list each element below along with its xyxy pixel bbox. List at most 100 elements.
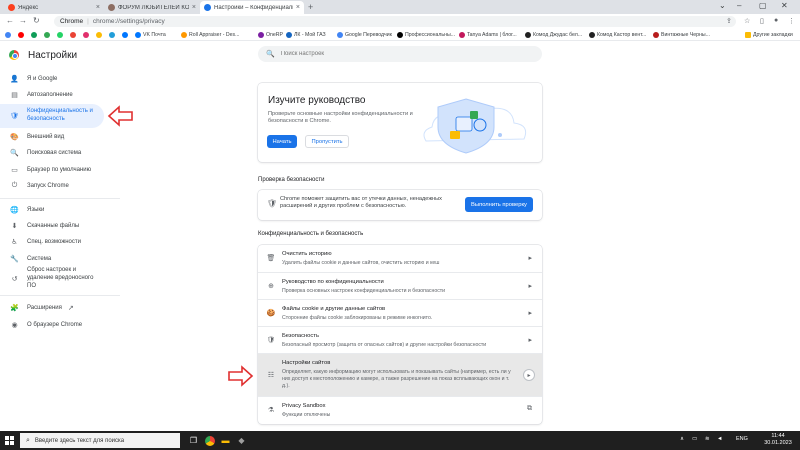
bookmark-telegram[interactable] xyxy=(109,31,117,39)
bookmark-label: ЛК - Мой ГАЗ xyxy=(294,32,326,38)
maximize-button[interactable]: ▢ xyxy=(759,1,767,10)
wifi-icon[interactable]: ≋ xyxy=(705,436,710,442)
bookmark-other[interactable]: Другие закладки xyxy=(745,31,793,39)
taskbar-chrome-icon[interactable] xyxy=(203,434,216,447)
task-view-icon[interactable]: ❐ xyxy=(187,434,200,447)
bookmark-whatsapp[interactable] xyxy=(57,31,65,39)
bookmark-vk[interactable] xyxy=(122,31,130,39)
taskbar-search[interactable]: ⌕ Введите здесь текст для поиска xyxy=(20,433,180,448)
row-site-settings[interactable]: ☷ Настройки сайтов Определяет, какую инф… xyxy=(258,353,542,396)
row-security[interactable]: 🛡 Безопасность Безопасный просмотр (защи… xyxy=(258,326,542,353)
bookmark-label: OneRP xyxy=(266,32,284,38)
sidebar-item-reset[interactable]: ↺ Сброс настроек и удаление вредоносного… xyxy=(0,267,104,290)
menu-kebab-icon[interactable]: ⋮ xyxy=(788,17,795,25)
flask-icon: ⚗ xyxy=(267,407,275,414)
bookmark-vk-mail[interactable]: VK Почта xyxy=(135,31,166,39)
bookmark-judas-dresser[interactable]: Комод Джудас бел... xyxy=(525,31,582,39)
privacy-guide-illustration-icon xyxy=(423,98,527,154)
sidebar-item-label: Поисковая система xyxy=(27,150,82,156)
promo-title: Изучите руководство xyxy=(268,95,366,106)
sidebar-item-on-startup[interactable]: ⏻ Запуск Chrome xyxy=(0,179,104,193)
bookmark-label: Google Переводчик xyxy=(345,32,392,38)
input-language[interactable]: ENG xyxy=(736,436,748,442)
volume-icon[interactable]: ◄ xyxy=(717,436,722,442)
chevron-right-icon: ▸ xyxy=(528,310,532,317)
bookmark-professional[interactable]: Профессиональны... xyxy=(397,31,455,39)
row-description: Определяет, какую информацию могут испол… xyxy=(282,369,511,390)
sidebar-item-accessibility[interactable]: ♿ Спец. возможности xyxy=(0,235,104,249)
sheets-icon xyxy=(44,32,50,38)
close-icon[interactable]: × xyxy=(296,4,300,11)
minimize-button[interactable]: – xyxy=(737,1,741,10)
sidebar-item-autofill[interactable]: ▤ Автозаполнение xyxy=(0,88,104,102)
external-link-icon: ↗ xyxy=(67,305,74,312)
windows-start-icon[interactable] xyxy=(5,436,14,445)
bookmark-sheets[interactable] xyxy=(44,31,52,39)
sidebar-item-search-engine[interactable]: 🔍 Поисковая система xyxy=(0,146,104,160)
sidebar-item-downloads[interactable]: ⬇ Скачанные файлы xyxy=(0,219,104,233)
share-icon[interactable]: ⇪ xyxy=(726,17,732,25)
side-panel-icon[interactable]: ▯ xyxy=(760,17,764,25)
row-clear-browsing-data[interactable]: 🗑 Очистить историю Удалить файлы cookie … xyxy=(258,245,542,272)
search-input[interactable] xyxy=(280,51,521,57)
close-icon[interactable]: × xyxy=(96,4,100,11)
taskbar-clock[interactable]: 11:44 30.01.2023 xyxy=(760,433,796,448)
tab-settings[interactable]: Настройки – Конфиденциальность × xyxy=(200,1,304,14)
bookmark-tanya-adams[interactable]: Tanya Adams | блог... xyxy=(459,31,517,39)
sidebar-item-extensions[interactable]: 🧩 Расширения ↗ xyxy=(0,301,104,315)
sidebar-item-default-browser[interactable]: ▭ Браузер по умолчанию xyxy=(0,163,104,177)
bookmark-my-gas[interactable]: ЛК - Мой ГАЗ xyxy=(286,31,326,39)
folder-icon xyxy=(745,32,751,38)
bookmark-google-translate[interactable]: Google Переводчик xyxy=(337,31,392,39)
row-privacy-sandbox[interactable]: ⚗ Privacy Sandbox Функции отключены ⧉ xyxy=(258,396,542,424)
row-description: Функции отключены xyxy=(282,412,331,418)
tab-search-chevron-icon[interactable]: ⌄ xyxy=(719,1,726,10)
sidebar-divider xyxy=(0,295,120,296)
skip-guide-button[interactable]: Пропустить xyxy=(305,135,349,148)
taskbar-app-icon[interactable]: ◆ xyxy=(235,434,248,447)
professional-icon xyxy=(397,32,403,38)
sidebar-item-you-and-google[interactable]: 👤 Я и Google xyxy=(0,72,104,86)
sidebar-item-privacy[interactable]: 🛡 Конфиденциальность и безопасность xyxy=(0,104,104,128)
sidebar-item-appearance[interactable]: 🎨 Внешний вид xyxy=(0,130,104,144)
run-safety-check-button[interactable]: Выполнить проверку xyxy=(465,197,533,212)
trash-icon: 🗑 xyxy=(266,255,276,262)
sidebar-item-label: Внешний вид xyxy=(27,134,65,140)
gmail-icon xyxy=(70,32,76,38)
shield-icon: 🛡 xyxy=(10,113,19,120)
profile-avatar-icon[interactable]: ● xyxy=(774,17,778,24)
back-icon[interactable]: ← xyxy=(6,16,14,25)
bookmark-apps[interactable] xyxy=(5,31,13,39)
network-icon[interactable]: ▭ xyxy=(692,436,697,442)
new-tab-button[interactable]: + xyxy=(308,2,313,12)
bookmark-youtube[interactable] xyxy=(18,31,26,39)
tab-forum[interactable]: ФОРУМ ЛЮБИТЕЛЕЙ КОЛЛИ × xyxy=(104,1,200,14)
bookmark-maps[interactable] xyxy=(31,31,39,39)
close-icon[interactable]: × xyxy=(192,4,196,11)
sidebar-item-about-chrome[interactable]: ◉ О браузере Chrome xyxy=(0,318,104,332)
close-window-button[interactable]: ✕ xyxy=(781,1,788,10)
sidebar-item-system[interactable]: 🔧 Система xyxy=(0,252,104,266)
row-privacy-guide[interactable]: ⊕ Руководство по конфиденциальности Пров… xyxy=(258,272,542,299)
bookmark-gmail[interactable] xyxy=(70,31,78,39)
settings-search[interactable]: 🔍 xyxy=(258,46,542,62)
forward-icon[interactable]: → xyxy=(19,16,27,25)
page-title: Настройки xyxy=(28,50,78,61)
bookmark-drive[interactable] xyxy=(96,31,104,39)
bookmark-instagram[interactable] xyxy=(83,31,91,39)
bookmark-vintage[interactable]: Винтажные Черны... xyxy=(653,31,710,39)
sidebar-item-label: Конфиденциальность и безопасность xyxy=(27,108,93,122)
sidebar-item-languages[interactable]: 🌐 Языки xyxy=(0,203,104,217)
file-explorer-icon[interactable]: ▬ xyxy=(219,434,232,447)
start-guide-button[interactable]: Начать xyxy=(267,135,297,148)
autofill-icon: ▤ xyxy=(11,92,18,99)
bookmark-onerp[interactable]: OneRP xyxy=(258,31,283,39)
bookmark-castor-dresser[interactable]: Комод Кастор вент... xyxy=(589,31,646,39)
system-tray-chevron-icon[interactable]: ∧ xyxy=(680,436,684,442)
bookmark-star-icon[interactable]: ☆ xyxy=(744,17,750,25)
reload-icon[interactable]: ↻ xyxy=(33,16,40,25)
address-bar[interactable]: Chrome | chrome://settings/privacy xyxy=(54,16,736,27)
tab-yandex[interactable]: Яндекс × xyxy=(4,1,104,14)
bookmark-roll-appraiser[interactable]: Roll Appraiser - Des... xyxy=(181,31,239,39)
row-cookies[interactable]: 🍪 Файлы cookie и другие данные сайтов Ст… xyxy=(258,299,542,326)
